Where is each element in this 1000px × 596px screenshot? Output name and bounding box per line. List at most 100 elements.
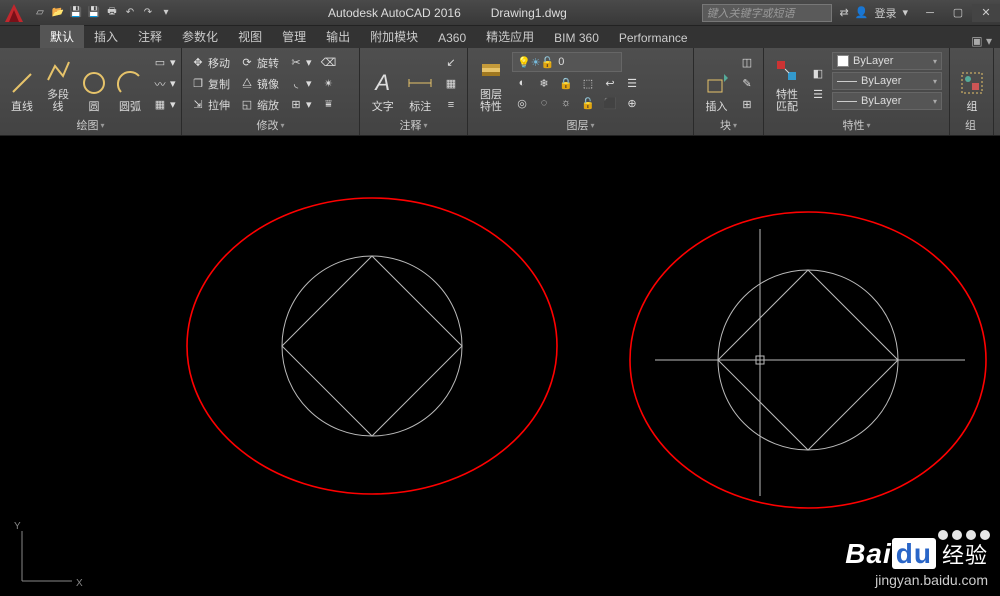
user-icon[interactable]: 👤 xyxy=(855,6,869,19)
tab-manage[interactable]: 管理 xyxy=(272,25,316,48)
layer-iso-icon: ◎ xyxy=(515,96,529,110)
lineweight-select[interactable]: ByLayer xyxy=(832,72,942,90)
mirror-button[interactable]: ⧋镜像 xyxy=(237,75,282,93)
tab-bim360[interactable]: BIM 360 xyxy=(544,28,609,48)
minimize-button[interactable]: ─ xyxy=(916,4,944,22)
open-icon[interactable]: 📂 xyxy=(50,5,66,21)
panel-modify-label[interactable]: 修改 xyxy=(188,115,353,133)
new-icon[interactable]: ▱ xyxy=(32,5,48,21)
color-select[interactable]: ByLayer xyxy=(832,52,942,70)
layer-props-button[interactable]: 图层 特性 xyxy=(474,52,508,115)
layer-current-select[interactable]: 💡 ☀ 🔓 0 xyxy=(512,52,622,72)
props-tool-2[interactable]: ☰ xyxy=(808,85,828,103)
leader-button[interactable]: ↙ xyxy=(441,54,461,72)
tab-a360[interactable]: A360 xyxy=(428,28,476,48)
text-button[interactable]: A 文字 xyxy=(366,52,400,115)
drawing-area[interactable]: Y X Baidu经验 jingyan.baidu.com xyxy=(0,136,1000,596)
erase-button[interactable]: ⌫ xyxy=(319,54,339,72)
block-insert-button[interactable]: 插入 xyxy=(700,52,733,115)
save-icon[interactable]: 💾 xyxy=(68,5,84,21)
scale-button[interactable]: ◱缩放 xyxy=(237,96,282,114)
match-props-button[interactable]: 特性 匹配 xyxy=(770,52,804,115)
tab-default[interactable]: 默认 xyxy=(40,25,84,48)
table-button[interactable]: ▦ xyxy=(441,75,461,93)
tab-performance[interactable]: Performance xyxy=(609,28,698,48)
maximize-button[interactable]: ▢ xyxy=(944,4,972,22)
polyline-icon xyxy=(44,55,72,87)
app-title: Autodesk AutoCAD 2016 xyxy=(328,6,461,20)
layer-tool-12[interactable]: ⊕ xyxy=(622,94,642,112)
layer-tool-5[interactable]: ↩ xyxy=(600,74,620,92)
arc-button[interactable]: 圆弧 xyxy=(114,52,146,115)
hatch-button[interactable]: ▦▾ xyxy=(150,96,179,114)
tab-featured[interactable]: 精选应用 xyxy=(476,25,544,48)
polyline-button[interactable]: 多段线 xyxy=(42,52,74,115)
tab-annotate[interactable]: 注释 xyxy=(128,25,172,48)
ribbon-collapse-icon[interactable]: ▣ ▾ xyxy=(963,34,1000,48)
circle-button[interactable]: 圆 xyxy=(78,52,110,115)
exchange-icon[interactable]: ⇄ xyxy=(840,6,849,19)
panel-block: 插入 ◫ ✎ ⊞ 块 xyxy=(694,48,764,135)
rect-button[interactable]: ▭▾ xyxy=(150,54,179,72)
spline-button[interactable]: 〰▾ xyxy=(150,75,179,93)
array-icon: ⊞ xyxy=(289,98,303,112)
rotate-button[interactable]: ⟳旋转 xyxy=(237,54,282,72)
block-edit-button[interactable]: ✎ xyxy=(737,75,757,93)
layer-tool-8[interactable]: ◌ xyxy=(534,94,554,112)
block-create-button[interactable]: ◫ xyxy=(737,54,757,72)
layer-on-icon: ◐ xyxy=(515,76,529,90)
fillet-button[interactable]: ◟▾ xyxy=(286,75,315,93)
layer-tool-1[interactable]: ◐ xyxy=(512,74,532,92)
panel-layer-label[interactable]: 图层 xyxy=(474,115,687,133)
close-button[interactable]: ✕ xyxy=(972,4,1000,22)
block-edit-icon: ✎ xyxy=(740,77,754,91)
watermark: Baidu经验 jingyan.baidu.com xyxy=(845,538,988,588)
mtext-button[interactable]: ≡ xyxy=(441,96,461,114)
group-button[interactable]: 组 xyxy=(956,52,988,115)
layer-tool-3[interactable]: 🔒 xyxy=(556,74,576,92)
block-attr-icon: ⊞ xyxy=(740,98,754,112)
panel-annotation-label[interactable]: 注释 xyxy=(366,115,461,133)
redo-icon[interactable]: ↷ xyxy=(140,5,156,21)
tab-addins[interactable]: 附加模块 xyxy=(360,25,428,48)
layer-tool-2[interactable]: ❄ xyxy=(534,74,554,92)
array-button[interactable]: ⊞▾ xyxy=(286,96,315,114)
app-logo[interactable] xyxy=(0,0,28,26)
layer-tool-7[interactable]: ◎ xyxy=(512,94,532,112)
copy-button[interactable]: ❐复制 xyxy=(188,75,233,93)
layer-tool-6[interactable]: ☰ xyxy=(622,74,642,92)
explode-button[interactable]: ✴ xyxy=(319,75,339,93)
trim-button[interactable]: ✂▾ xyxy=(286,54,315,72)
line-button[interactable]: 直线 xyxy=(6,52,38,115)
panel-block-label[interactable]: 块 xyxy=(700,115,757,133)
layer-tool-10[interactable]: 🔓 xyxy=(578,94,598,112)
offset-button[interactable]: ⩸ xyxy=(319,96,339,114)
login-label[interactable]: 登录 xyxy=(874,5,896,21)
layer-tool-4[interactable]: ⬚ xyxy=(578,74,598,92)
props-tool-1[interactable]: ◧ xyxy=(808,64,828,82)
move-button[interactable]: ✥移动 xyxy=(188,54,233,72)
stretch-button[interactable]: ⇲拉伸 xyxy=(188,96,233,114)
block-attr-button[interactable]: ⊞ xyxy=(737,96,757,114)
plot-icon[interactable]: 🖶 xyxy=(104,5,120,21)
panel-group-label[interactable]: 组 xyxy=(956,115,987,133)
offset-icon: ⩸ xyxy=(322,98,336,112)
dimension-button[interactable]: 标注 xyxy=(404,52,438,115)
panel-draw-label[interactable]: 绘图 xyxy=(6,115,175,133)
linetype-select[interactable]: ByLayer xyxy=(832,92,942,110)
leader-icon: ↙ xyxy=(444,56,458,70)
tab-parametric[interactable]: 参数化 xyxy=(172,25,228,48)
mtext-icon: ≡ xyxy=(444,98,458,112)
tab-output[interactable]: 输出 xyxy=(316,25,360,48)
saveas-icon[interactable]: 💾 xyxy=(86,5,102,21)
tab-view[interactable]: 视图 xyxy=(228,25,272,48)
qat-dropdown-icon[interactable]: ▾ xyxy=(158,5,174,21)
search-input[interactable]: 键入关键字或短语 xyxy=(702,4,832,22)
tab-insert[interactable]: 插入 xyxy=(84,25,128,48)
login-dropdown-icon[interactable]: ▾ xyxy=(902,6,908,19)
layer-tool-11[interactable]: ⬛ xyxy=(600,94,620,112)
layer-tool-9[interactable]: ☼ xyxy=(556,94,576,112)
panel-props-label[interactable]: 特性 xyxy=(770,115,943,133)
undo-icon[interactable]: ↶ xyxy=(122,5,138,21)
layer-unlock-icon: 🔓 xyxy=(581,96,595,110)
